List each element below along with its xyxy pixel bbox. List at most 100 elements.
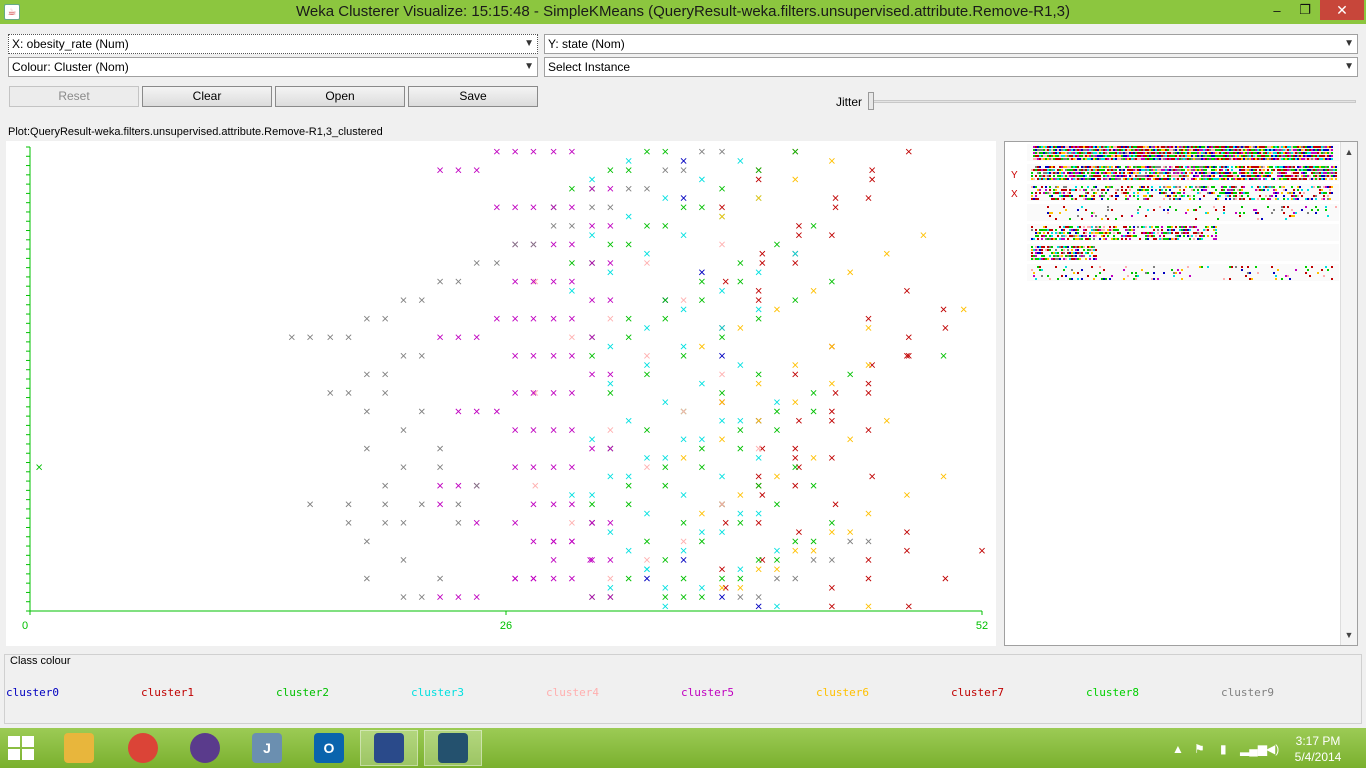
data-point-cluster9[interactable] (382, 519, 389, 526)
taskbar-file-explorer[interactable] (50, 730, 108, 766)
data-point-cluster5[interactable] (493, 148, 500, 155)
data-point-cluster3[interactable] (698, 584, 705, 591)
battery-icon[interactable]: ▮ (1220, 742, 1227, 756)
data-point-cluster1[interactable] (904, 547, 910, 554)
data-point-cluster5[interactable] (607, 185, 614, 192)
data-point-cluster3[interactable] (607, 343, 614, 350)
data-point-cluster2[interactable] (737, 427, 744, 433)
data-point-cluster5[interactable] (568, 538, 575, 545)
data-point-cluster9[interactable] (847, 538, 854, 545)
data-point-cluster3[interactable] (719, 287, 725, 294)
data-point-cluster5[interactable] (607, 297, 614, 304)
jitter-slider-track[interactable] (870, 100, 1356, 103)
select-instance-select[interactable]: Select Instance ▼ (544, 57, 1358, 77)
data-point-cluster3[interactable] (607, 473, 614, 480)
data-point-cluster3[interactable] (607, 529, 614, 536)
data-point-cluster9[interactable] (345, 501, 352, 508)
data-point-cluster5[interactable] (568, 352, 575, 359)
data-point-cluster1[interactable] (828, 417, 835, 424)
data-point-cluster2[interactable] (625, 315, 632, 322)
data-point-cluster5[interactable] (589, 445, 595, 452)
data-point-cluster2[interactable] (625, 575, 632, 582)
data-point-cluster6[interactable] (940, 473, 947, 480)
data-point-cluster6[interactable] (865, 362, 872, 368)
data-point-cluster5[interactable] (568, 148, 575, 155)
taskbar-chrome[interactable] (114, 730, 172, 766)
data-point-cluster2[interactable] (810, 482, 817, 489)
legend-item-cluster8[interactable]: cluster8 (1086, 686, 1139, 699)
data-point-cluster2[interactable] (755, 557, 762, 563)
data-point-cluster9[interactable] (455, 278, 462, 285)
data-point-cluster5[interactable] (568, 427, 575, 433)
data-point-cluster9[interactable] (288, 334, 295, 341)
data-point-cluster3[interactable] (719, 473, 725, 480)
data-point-cluster1[interactable] (792, 371, 799, 378)
x-axis-select[interactable]: X: obesity_rate (Num) ▼ (8, 34, 538, 54)
data-point-cluster3[interactable] (644, 566, 650, 573)
data-point-cluster5[interactable] (568, 315, 575, 322)
data-point-cluster6[interactable] (847, 529, 854, 536)
data-point-cluster2[interactable] (680, 352, 687, 359)
data-point-cluster5[interactable] (589, 334, 595, 341)
data-point-cluster1[interactable] (832, 501, 839, 508)
scatter-plot-canvas[interactable]: 0 26 52 (6, 141, 996, 646)
data-point-cluster6[interactable] (755, 417, 762, 424)
data-point-cluster5[interactable] (589, 594, 595, 600)
data-point-cluster6[interactable] (865, 510, 872, 517)
data-point-cluster6[interactable] (792, 547, 799, 554)
data-point-cluster0[interactable] (755, 603, 762, 610)
legend-item-cluster5[interactable]: cluster5 (681, 686, 734, 699)
data-point-cluster5[interactable] (473, 408, 480, 415)
legend-item-cluster4[interactable]: cluster4 (546, 686, 599, 699)
data-point-cluster1[interactable] (796, 417, 802, 424)
data-point-cluster1[interactable] (832, 204, 839, 211)
data-point-cluster1[interactable] (755, 287, 762, 294)
data-point-cluster6[interactable] (810, 454, 817, 461)
data-point-cluster9[interactable] (307, 334, 314, 341)
data-point-cluster6[interactable] (774, 306, 780, 313)
data-point-cluster2[interactable] (719, 185, 725, 192)
data-point-cluster9[interactable] (363, 575, 370, 582)
network-signal-icon[interactable]: ▂▄▆ (1240, 742, 1267, 756)
data-point-cluster3[interactable] (680, 436, 687, 443)
data-point-cluster9[interactable] (437, 445, 444, 452)
data-point-cluster5[interactable] (589, 371, 595, 378)
data-point-cluster1[interactable] (865, 315, 872, 322)
data-point-cluster2[interactable] (755, 482, 762, 489)
data-point-cluster3[interactable] (680, 492, 687, 498)
data-point-cluster5[interactable] (568, 390, 575, 396)
data-point-cluster9[interactable] (550, 222, 557, 229)
attribute-bar-3[interactable] (1027, 184, 1339, 201)
attribute-bar-6[interactable] (1027, 244, 1339, 261)
data-point-cluster5[interactable] (607, 260, 614, 266)
data-point-cluster6[interactable] (828, 158, 835, 164)
data-point-cluster5[interactable] (473, 519, 480, 526)
data-point-cluster4[interactable] (644, 352, 650, 359)
data-point-cluster1[interactable] (759, 260, 766, 266)
data-point-cluster9[interactable] (400, 464, 407, 471)
data-point-cluster2[interactable] (828, 519, 835, 526)
data-point-cluster4[interactable] (719, 241, 725, 248)
data-point-cluster3[interactable] (662, 603, 669, 610)
data-point-cluster5[interactable] (493, 315, 500, 322)
data-point-cluster5[interactable] (455, 408, 462, 415)
data-point-cluster5[interactable] (437, 594, 444, 600)
data-point-cluster2[interactable] (568, 185, 575, 192)
data-point-cluster9[interactable] (530, 241, 537, 248)
volume-icon[interactable]: ◀) (1266, 742, 1279, 756)
data-point-cluster5[interactable] (473, 594, 480, 600)
data-point-cluster3[interactable] (625, 213, 632, 220)
taskbar-clock[interactable]: 3:17 PM 5/4/2014 (1292, 733, 1344, 765)
data-point-cluster5[interactable] (589, 185, 595, 192)
data-point-cluster1[interactable] (865, 427, 872, 433)
data-point-cluster4[interactable] (607, 575, 614, 582)
data-point-cluster3[interactable] (755, 306, 762, 313)
data-point-cluster3[interactable] (737, 510, 744, 517)
data-point-cluster1[interactable] (942, 325, 949, 331)
data-point-cluster9[interactable] (589, 204, 595, 211)
data-point-cluster3[interactable] (607, 380, 614, 387)
data-point-cluster6[interactable] (883, 250, 890, 257)
data-point-cluster2[interactable] (644, 222, 650, 229)
data-point-cluster2[interactable] (810, 408, 817, 415)
scroll-down-icon[interactable]: ▼ (1341, 627, 1357, 643)
